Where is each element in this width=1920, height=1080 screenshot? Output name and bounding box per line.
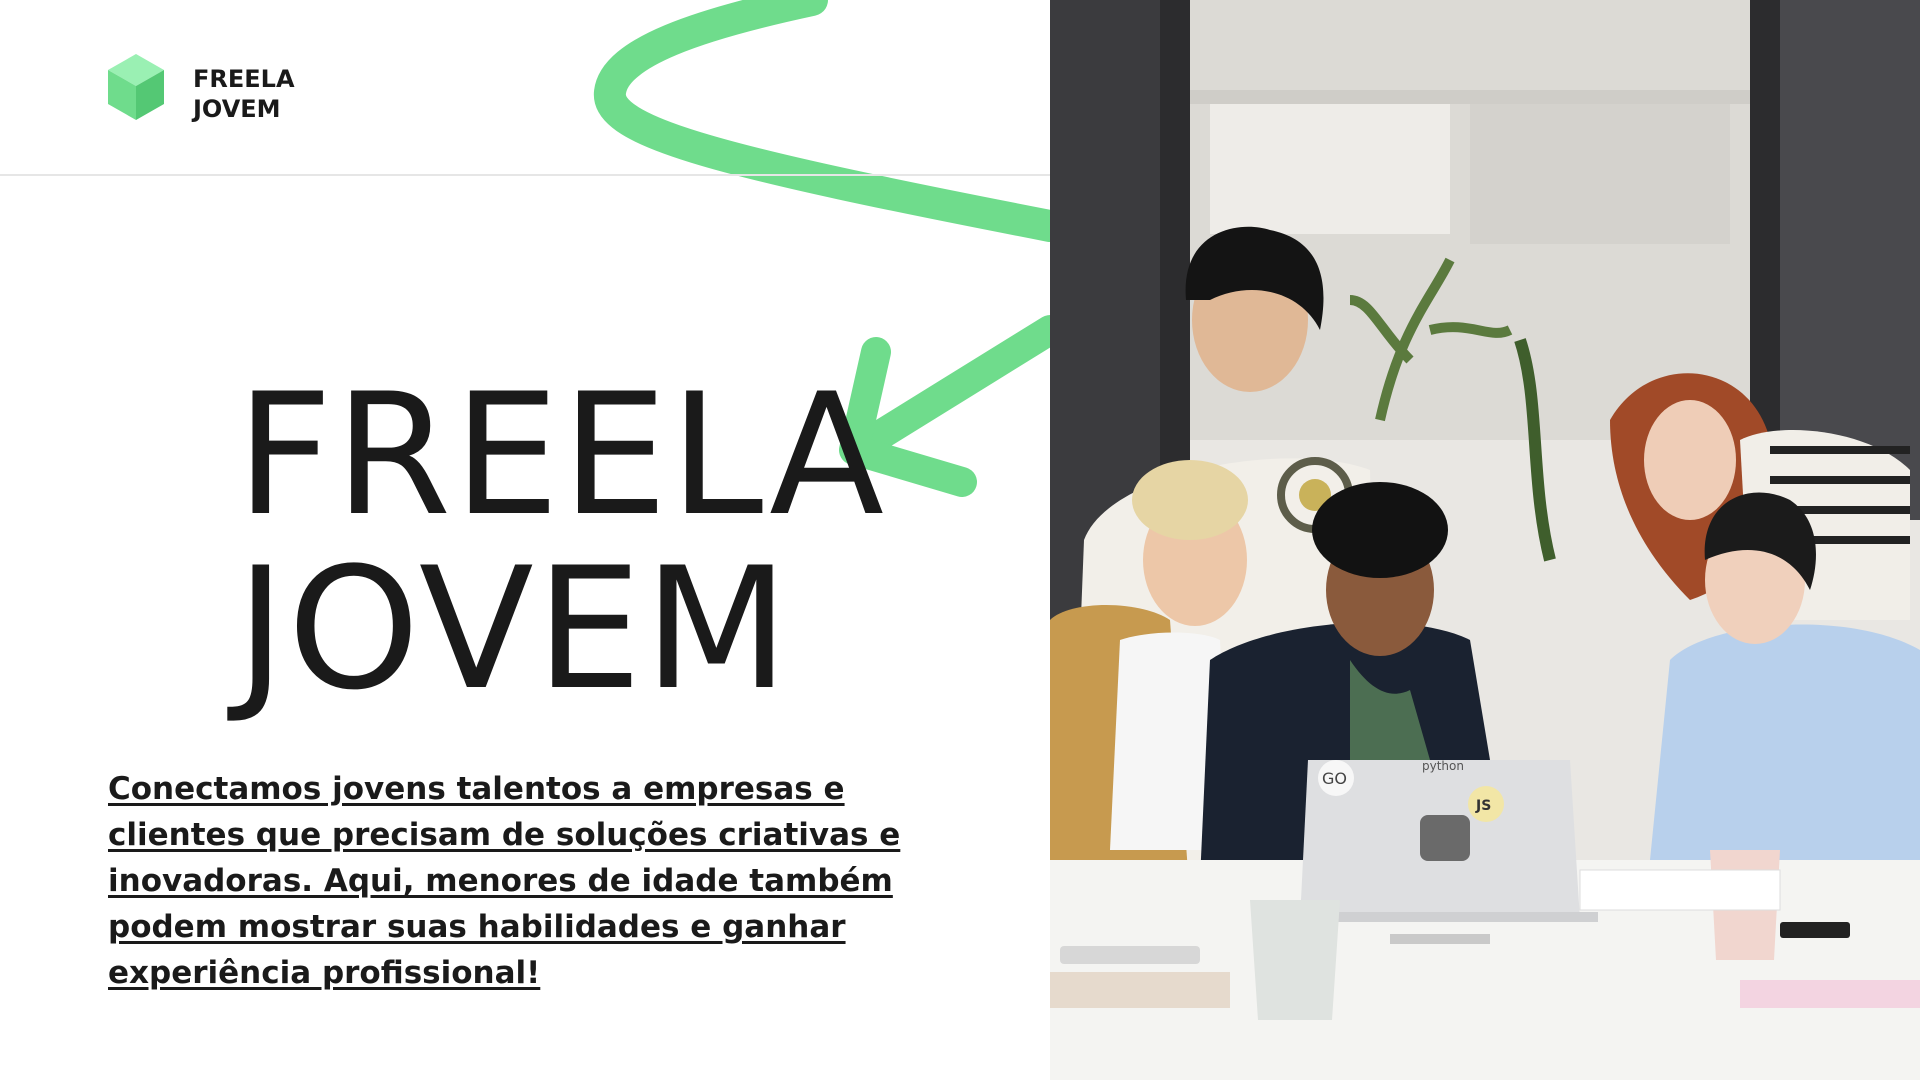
team-photo-illustration: GO python JS bbox=[1050, 0, 1920, 1080]
brand-logo[interactable] bbox=[106, 52, 166, 122]
cube-logo-icon bbox=[108, 54, 164, 120]
brand-name-line2: JOVEM bbox=[193, 95, 281, 123]
tagline-link[interactable]: Conectamos jovens talentos a empresas e … bbox=[108, 766, 948, 996]
hero-title-line2: JOVEM bbox=[236, 531, 791, 727]
brand-name[interactable]: FREELA JOVEM bbox=[193, 64, 295, 124]
hero-title-line1: FREELA bbox=[236, 357, 887, 553]
laptop-sticker-python: python bbox=[1422, 759, 1464, 773]
laptop-sticker-js: JS bbox=[1475, 798, 1491, 814]
laptop-sticker-go: GO bbox=[1322, 769, 1347, 788]
header-divider bbox=[0, 174, 1050, 176]
hero-title: FREELA JOVEM bbox=[236, 368, 886, 716]
brand-name-line1: FREELA bbox=[193, 65, 295, 93]
team-photo: GO python JS bbox=[1050, 0, 1920, 1080]
left-panel: FREELA JOVEM FREELA JOVEM Conectamos jov… bbox=[0, 0, 1050, 1080]
